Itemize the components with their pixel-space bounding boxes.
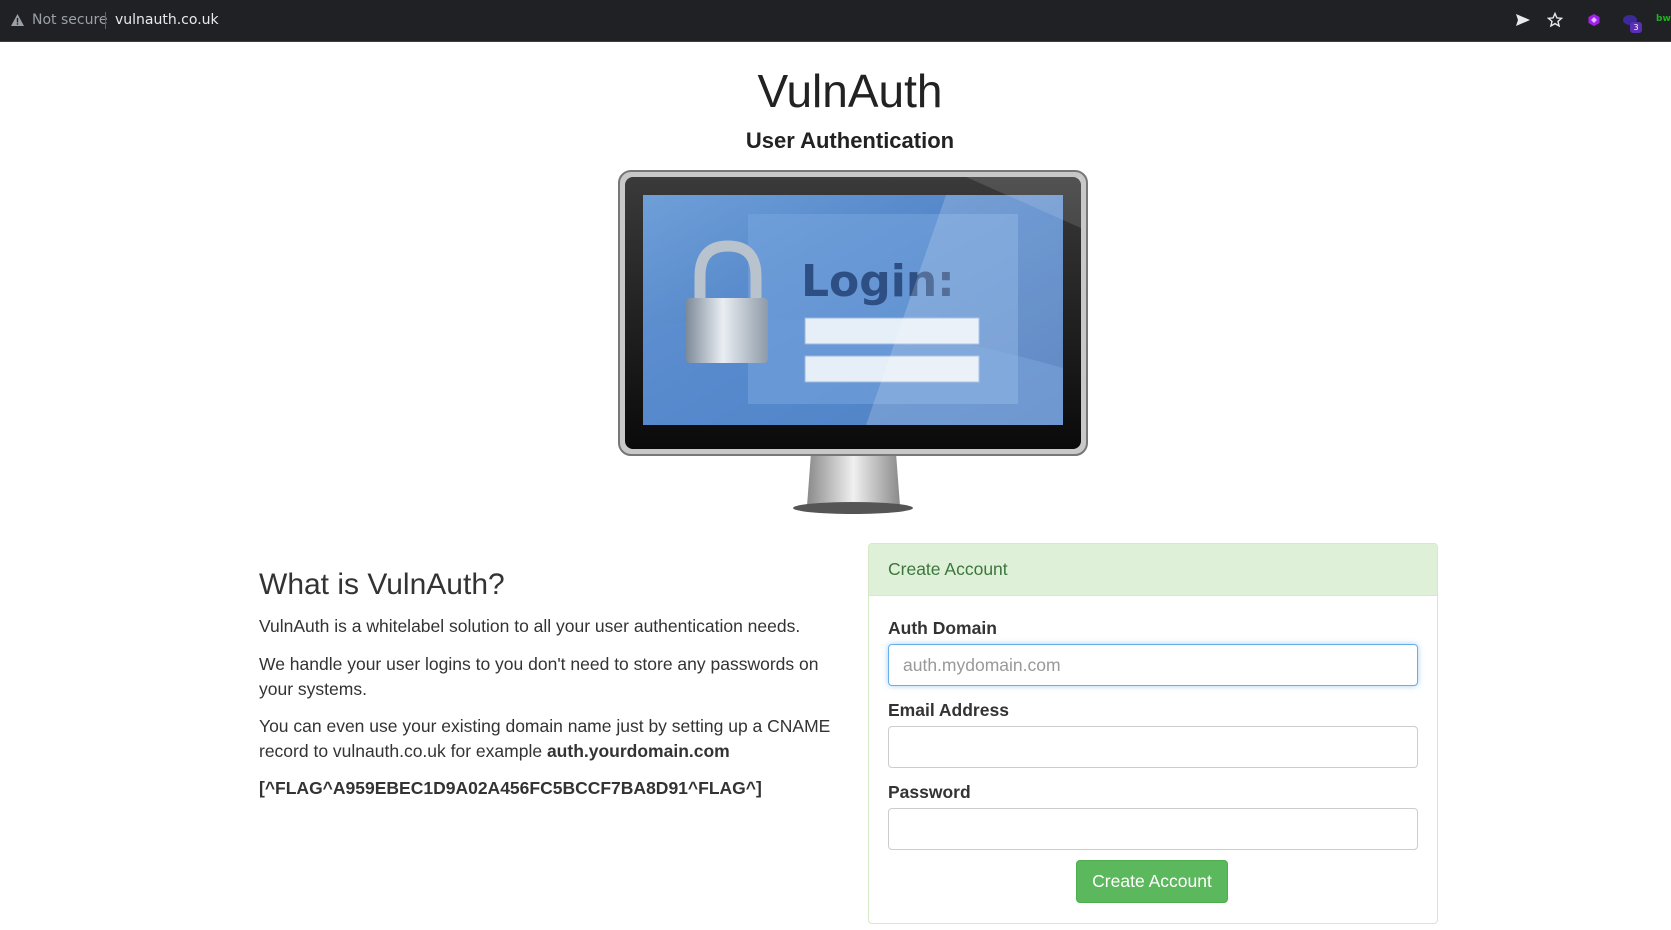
email-label: Email Address (888, 700, 1009, 720)
example-domain: auth.yourdomain.com (546, 741, 730, 761)
panel-heading: Create Account (869, 544, 1437, 596)
extension-gem-icon[interactable] (1584, 10, 1604, 30)
send-icon[interactable] (1513, 10, 1533, 30)
auth-domain-label: Auth Domain (888, 618, 997, 638)
address-bar-url[interactable]: vulnauth.co.uk (115, 12, 219, 28)
page-subtitle: User Authentication (745, 128, 955, 153)
flag-text: [^FLAG^A959EBEC1D9A02A456FC5BCCF7BA8D91^… (259, 778, 762, 798)
auth-domain-input[interactable] (888, 644, 1418, 686)
about-paragraph: You can even use your existing domain na… (259, 714, 839, 764)
create-account-panel: Create Account Auth Domain Email Address… (868, 543, 1438, 924)
bookmark-star-icon[interactable] (1545, 10, 1565, 30)
page-title: VulnAuth (757, 65, 943, 117)
about-paragraph: VulnAuth is a whitelabel solution to all… (259, 616, 801, 636)
about-paragraph-text: You can even use your existing domain na… (259, 716, 831, 761)
browser-toolbar: Not secure vulnauth.co.uk 3 bw (0, 0, 1671, 42)
security-status-label[interactable]: Not secure (32, 12, 108, 28)
email-field[interactable] (888, 726, 1418, 768)
extension-count-badge: 3 (1630, 22, 1642, 33)
create-account-button[interactable]: Create Account (1076, 860, 1228, 903)
login-monitor-illustration: Login: (616, 168, 1090, 518)
password-field[interactable] (888, 808, 1418, 850)
about-heading: What is VulnAuth? (259, 568, 505, 601)
password-label: Password (888, 782, 971, 802)
extension-bw-icon[interactable]: bw (1656, 14, 1671, 24)
about-paragraph: We handle your user logins to you don't … (259, 654, 819, 699)
warning-icon[interactable] (10, 13, 25, 27)
url-divider (105, 12, 106, 29)
